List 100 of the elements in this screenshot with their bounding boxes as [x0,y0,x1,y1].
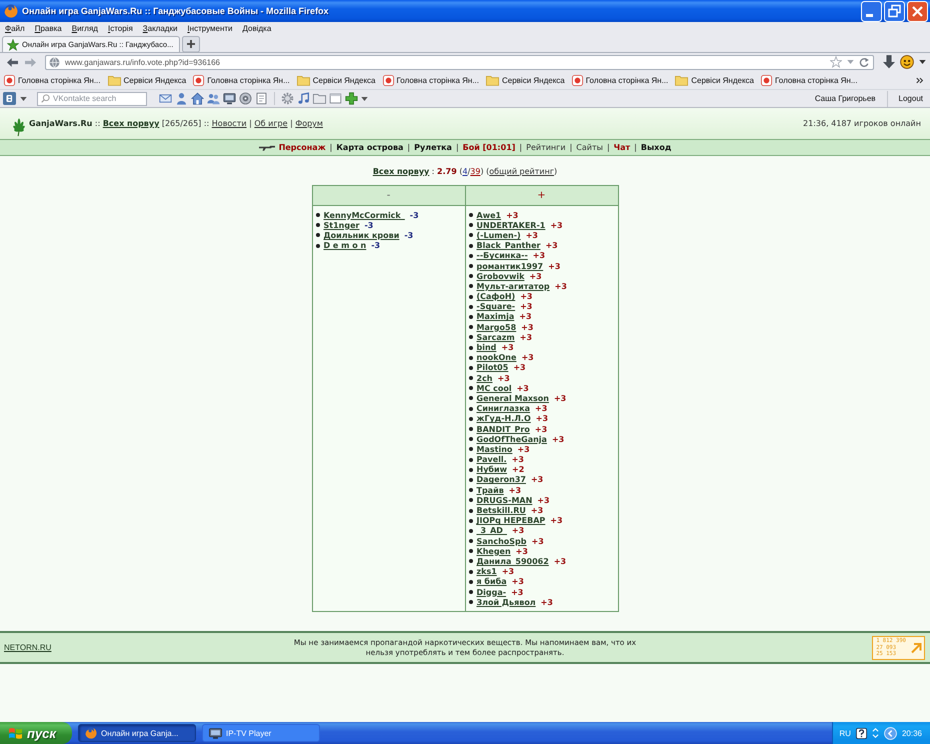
face-icon[interactable] [900,55,914,69]
player-link[interactable]: Доильник крови [324,230,400,240]
menu-item[interactable]: Довідка [238,24,278,33]
menu-item[interactable]: Закладки [138,24,184,33]
folder-icon[interactable] [313,92,326,105]
section-link[interactable]: Всех порвуу [372,166,430,176]
caret-icon[interactable] [361,96,368,100]
player-link[interactable]: JIOPq HEPEBAP [476,516,546,526]
player-link[interactable]: Pilot05 [476,363,508,372]
player-link[interactable]: Digga- [476,588,506,597]
disc-icon[interactable] [239,92,252,105]
player-link[interactable]: zks1 [476,567,497,576]
search-field[interactable]: VKontakte search [37,92,147,106]
house-icon[interactable] [191,92,204,105]
player-link[interactable]: GodOfTheGanja [476,434,547,444]
player-link[interactable]: Awe1 [476,210,502,220]
player-link[interactable]: DRUGS-MAN [476,496,532,505]
menu-item[interactable]: Інструменти [183,24,239,33]
nav-link[interactable]: Персонаж [278,143,326,152]
person-icon[interactable] [175,92,188,105]
player-link[interactable]: Mastino [476,444,512,454]
player-link[interactable]: Мульт-агитатор [476,282,550,291]
close-icon[interactable] [907,0,928,22]
settings-icon[interactable] [281,92,294,105]
menu-item[interactable]: Історія [104,24,139,33]
player-link[interactable]: -Square- [476,302,516,312]
restore-icon[interactable] [884,0,905,22]
monitor-icon[interactable] [223,92,236,105]
player-link[interactable]: UNDERTAKER-1 [476,220,546,230]
window-icon[interactable] [329,92,342,105]
player-link[interactable]: жГуд-Н.Л.О [476,414,531,424]
bookmark-item[interactable]: Головна сторінка Ян... [4,74,100,86]
player-link[interactable]: Нубиw [476,465,507,474]
player-link[interactable]: Margo58 [476,322,516,332]
app-logo-icon[interactable] [3,92,16,105]
header-link[interactable]: Новости [212,119,247,128]
player-link[interactable]: D e m o n [324,241,366,250]
star-icon[interactable] [830,56,842,68]
nav-link[interactable]: Бой [01:01] [462,143,516,152]
player-link[interactable]: Синиглазка [476,404,530,414]
user-name-link[interactable]: Саша Григорьев [810,94,880,103]
player-link[interactable]: bind [476,343,496,352]
player-link[interactable]: _3_AD_ [476,526,507,536]
logout-link[interactable]: Logout [894,94,927,103]
player-link[interactable]: Злой Дьявол [476,598,536,607]
player-link[interactable]: Black_Panther [476,241,540,250]
overall-rating-link[interactable]: общий рейтинг [489,166,554,176]
bookmark-item[interactable]: Головна сторінка Ян... [761,74,858,86]
player-link[interactable]: MC cool [476,384,512,393]
menu-item[interactable]: Правка [30,24,68,33]
votes-for-link[interactable]: 4 [462,166,468,176]
back-arrow-icon[interactable] [6,56,19,68]
chevron-icon[interactable] [916,76,924,84]
player-link[interactable]: 2ch [476,374,493,383]
help-icon[interactable] [856,728,867,738]
address-field[interactable]: www.ganjawars.ru/info.vote.php?id=936166 [45,54,874,70]
bookmark-folder[interactable]: Сервіси Яндекса [108,74,186,86]
bookmark-folder[interactable]: Сервіси Яндекса [675,74,754,86]
footer-link[interactable]: NETORN.RU [4,643,52,652]
player-link[interactable]: романтик1997 [476,262,544,271]
player-link[interactable]: KennyMcCormick_ [324,210,405,220]
taskbar-button[interactable]: IP-TV Player [202,724,320,742]
section-link[interactable]: Всех порвуу [102,119,160,128]
mail-icon[interactable] [159,92,172,105]
start-button[interactable]: пуск [0,722,72,744]
menu-item[interactable]: Вигляд [68,24,104,33]
bookmark-folder[interactable]: Сервіси Яндекса [486,74,565,86]
minimize-icon[interactable] [861,0,882,22]
menu-item[interactable]: Файл [1,24,31,33]
nav-link[interactable]: Рулетка [414,143,452,152]
header-link[interactable]: Форум [295,119,323,128]
music-icon[interactable] [297,92,310,105]
player-link[interactable]: Данила_590062 [476,556,549,566]
download-icon[interactable] [883,55,895,69]
player-link[interactable]: --Бусинка-- [476,251,528,260]
player-link[interactable]: Dageron37 [476,475,526,484]
player-link[interactable]: SanchoSpb [476,536,527,546]
player-link[interactable]: я биба [476,577,507,586]
bookmark-item[interactable]: Головна сторінка Ян... [572,74,668,86]
nav-link[interactable]: Чат [614,143,630,152]
player-link[interactable]: (СафоН) [476,292,516,302]
player-link[interactable]: BANDIT_Pro [476,424,530,434]
caret-icon[interactable] [20,96,27,100]
player-link[interactable]: Grobovwik [476,272,524,281]
nav-link[interactable]: Карта острова [336,143,404,152]
bookmark-folder[interactable]: Сервіси Яндекса [296,74,376,86]
player-link[interactable]: Трайв [476,486,504,495]
bookmark-item[interactable]: Головна сторінка Ян... [382,74,479,86]
player-link[interactable]: nookOne [476,353,516,362]
nav-link[interactable]: Сайты [576,143,603,152]
player-link[interactable]: Sarcazm [476,332,515,342]
plus-icon[interactable] [182,36,200,52]
header-link[interactable]: Об игре [254,119,288,128]
nav-link[interactable]: Рейтинги [526,143,566,152]
player-link[interactable]: (-Lumen-) [476,230,521,240]
tray-arrows-icon[interactable] [872,727,879,739]
player-link[interactable]: Betskill.RU [476,506,526,516]
plus-icon[interactable] [345,92,358,105]
document-icon[interactable] [255,92,268,105]
votes-total-link[interactable]: 39 [470,166,480,176]
